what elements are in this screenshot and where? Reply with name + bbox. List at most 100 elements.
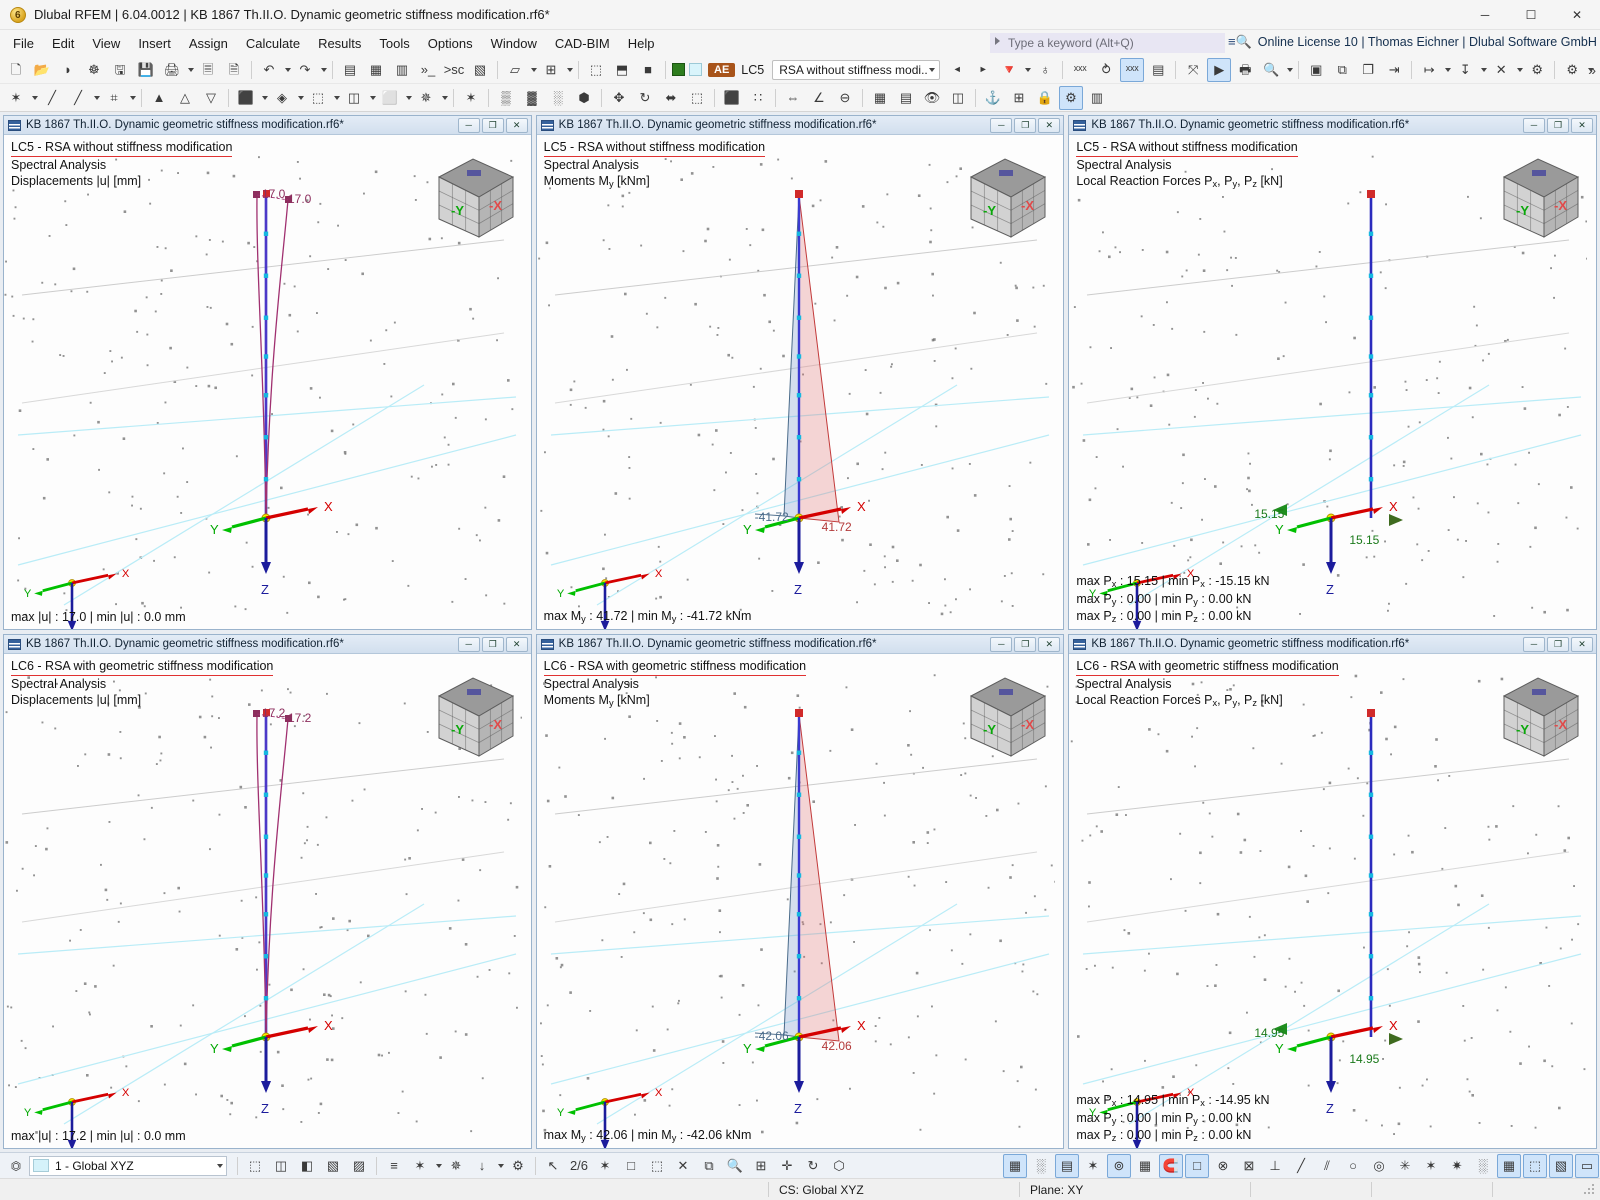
window-tile-button[interactable]: ▣ <box>1304 58 1328 82</box>
mdi-close-button[interactable]: ✕ <box>1571 117 1593 133</box>
new-thickness-button-dropdown[interactable] <box>367 86 377 110</box>
menu-item-edit[interactable]: Edit <box>43 33 83 54</box>
mdi-minimize-button[interactable]: ─ <box>1523 117 1545 133</box>
new-section-button[interactable]: ⬜ <box>378 86 402 110</box>
new-hinge-button[interactable]: ✵ <box>414 86 438 110</box>
load-combination-button-dropdown[interactable] <box>564 58 574 82</box>
menu-item-options[interactable]: Options <box>419 33 482 54</box>
line-snap-button[interactable]: ╱ <box>1289 1154 1313 1178</box>
menu-item-assign[interactable]: Assign <box>180 33 237 54</box>
select-special-button[interactable]: ⬚ <box>645 1154 669 1178</box>
parallel-snap-button[interactable]: ⫽ <box>1315 1154 1339 1178</box>
measure-button[interactable]: ⇔ <box>781 86 805 110</box>
deformation-button[interactable]: ▤ <box>1146 58 1170 82</box>
new-opening-button[interactable]: ⬚ <box>306 86 330 110</box>
ortho-button[interactable]: □ <box>1185 1153 1209 1178</box>
work-plane-grid-button[interactable]: ▦ <box>1497 1153 1521 1178</box>
search-input[interactable]: Type a keyword (Alt+Q) <box>990 33 1225 53</box>
license-info[interactable]: ≡🔍 Online License 10 | Thomas Eichner | … <box>1228 34 1597 50</box>
print-options-dropdown[interactable] <box>185 58 195 82</box>
window-new-button[interactable]: ❐ <box>1356 58 1380 82</box>
view-cube[interactable]: -Y -X <box>421 666 517 762</box>
mdi-restore-button[interactable]: ❐ <box>481 117 504 133</box>
array-button[interactable]: ∷ <box>746 86 770 110</box>
dim-y-button[interactable]: ↦ <box>1417 58 1441 82</box>
mdi-restore-button[interactable]: ❐ <box>1547 117 1569 133</box>
extrude-button[interactable]: ⬛ <box>720 86 744 110</box>
new-surface-button[interactable]: ◈ <box>270 86 294 110</box>
menu-item-calculate[interactable]: Calculate <box>237 33 309 54</box>
model-viewport[interactable]: X Y Z X Y Z LC5 - RSA without stiffness … <box>536 135 1064 629</box>
model-viewport[interactable]: X Y Z X Y Z LC6 - RSA with geometric sti… <box>4 654 531 1148</box>
new-surface-button-dropdown[interactable] <box>295 86 305 110</box>
table-button[interactable]: ▦ <box>364 58 388 82</box>
close-button[interactable]: ✕ <box>1554 0 1600 30</box>
colored-table-button[interactable]: ▥ <box>390 58 414 82</box>
model-viewport[interactable]: X Y Z X Y Z LC5 - RSA without stiffness … <box>1069 135 1596 629</box>
isometric-view-button[interactable]: ⬡ <box>827 1154 851 1178</box>
mesh-refinement-button[interactable]: ▒ <box>494 86 518 110</box>
show-planes-button[interactable]: ▤ <box>1055 1153 1079 1178</box>
page-indicator[interactable]: 2/6 <box>567 1154 591 1178</box>
mdi-minimize-button[interactable]: ─ <box>990 636 1013 652</box>
grid-snap-button[interactable]: ▦ <box>1133 1154 1157 1178</box>
render-wireframe-button[interactable]: ◫ <box>269 1154 293 1178</box>
dim-free-button-dropdown[interactable] <box>1514 58 1524 82</box>
new-line-dim-button-dropdown[interactable] <box>91 86 101 110</box>
toolbar-overflow-button[interactable]: » <box>1588 62 1596 78</box>
result-diagram-button[interactable]: ˣˣˣ <box>1120 57 1145 82</box>
printout-report-button[interactable]: 🗏 <box>196 58 220 82</box>
show-guides-button[interactable]: ✶ <box>1081 1154 1105 1178</box>
result-labels-button[interactable]: ˣˣˣ <box>1068 58 1092 82</box>
dim-free-button[interactable]: ✕ <box>1489 58 1513 82</box>
load-combination-button[interactable]: ⊞ <box>539 58 563 82</box>
data-panel-button[interactable]: ▧ <box>468 58 492 82</box>
new-support-button[interactable]: ▲ <box>147 86 171 110</box>
calculate-button[interactable]: ⚙ <box>1059 85 1083 110</box>
settings-button[interactable]: ⚙ <box>1560 58 1584 82</box>
zoom-button[interactable]: 🔍 <box>1259 58 1283 82</box>
mirror-button[interactable]: ⬌ <box>659 86 683 110</box>
redo-button-dropdown[interactable] <box>318 58 328 82</box>
load-case-prev-button[interactable]: ◄ <box>945 58 969 82</box>
cyan-square-icon[interactable] <box>689 63 702 76</box>
panel-lc6-moments[interactable]: KB 1867 Th.II.O. Dynamic geometric stiff… <box>535 634 1065 1149</box>
extension-snap-button[interactable]: ✶ <box>1419 1154 1443 1178</box>
grid-button[interactable]: ⊞ <box>1007 86 1031 110</box>
open-model-button[interactable]: 📂 <box>30 58 54 82</box>
filter-dropdown[interactable] <box>1022 58 1032 82</box>
filter-results-button[interactable]: 🔻 <box>997 58 1021 82</box>
dim-z-button[interactable]: ↧ <box>1453 58 1477 82</box>
center-snap-button[interactable]: ◎ <box>1367 1154 1391 1178</box>
animation-button[interactable]: ▶ <box>1207 57 1232 82</box>
filter-button[interactable]: ▤ <box>894 86 918 110</box>
render-hidden-button[interactable]: ▨ <box>347 1154 371 1178</box>
mesh-settings-button[interactable]: ░ <box>546 86 570 110</box>
polar-button[interactable]: ⊗ <box>1211 1154 1235 1178</box>
navigator-button[interactable]: ▤ <box>338 58 362 82</box>
mdi-close-button[interactable]: ✕ <box>505 117 528 133</box>
menu-item-cad-bim[interactable]: CAD-BIM <box>546 33 619 54</box>
green-square-icon[interactable] <box>672 63 685 76</box>
new-member-button-dropdown[interactable] <box>127 86 137 110</box>
new-opening-button-dropdown[interactable] <box>331 86 341 110</box>
menu-item-tools[interactable]: Tools <box>370 33 418 54</box>
layers-button[interactable]: ≡ <box>382 1154 406 1178</box>
load-case-next-button[interactable]: ► <box>971 58 995 82</box>
menu-item-results[interactable]: Results <box>309 33 370 54</box>
member-load-button[interactable]: ⬒ <box>610 58 634 82</box>
panel-lc5-reactions[interactable]: KB 1867 Th.II.O. Dynamic geometric stiff… <box>1068 115 1597 630</box>
point-cloud-button[interactable]: ░ <box>1471 1154 1495 1178</box>
menu-item-window[interactable]: Window <box>482 33 546 54</box>
open-recent-button[interactable]: ◗ <box>56 58 80 82</box>
show-grid-button[interactable]: ▦ <box>1003 1153 1027 1178</box>
show-results-button[interactable]: ⥁ <box>1094 58 1118 82</box>
supports-color-button[interactable]: ■ <box>636 58 660 82</box>
new-surface-support-button[interactable]: ▽ <box>199 86 223 110</box>
fe-mesh-button[interactable]: ⬢ <box>572 86 596 110</box>
dim-z-button-dropdown[interactable] <box>1478 58 1488 82</box>
view-cube[interactable]: -Y -X <box>1486 147 1582 243</box>
mdi-minimize-button[interactable]: ─ <box>1523 636 1545 652</box>
nearest-snap-button[interactable]: ✷ <box>1445 1154 1469 1178</box>
document-button[interactable]: 🗎 <box>222 58 246 82</box>
